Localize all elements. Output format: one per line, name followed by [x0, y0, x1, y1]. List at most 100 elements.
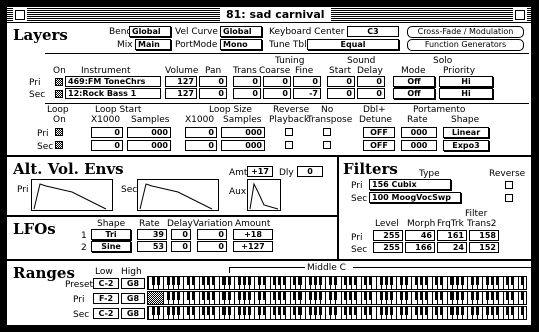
- pri-trans-field[interactable]: 0: [233, 76, 261, 87]
- white-key[interactable]: [198, 277, 200, 289]
- white-key[interactable]: [406, 307, 408, 319]
- loop-pri-on-checkbox[interactable]: [55, 128, 63, 136]
- loop-sec-no-transpose-checkbox[interactable]: [323, 141, 331, 149]
- white-key[interactable]: [482, 277, 484, 289]
- white-key[interactable]: [173, 277, 175, 289]
- white-key[interactable]: [274, 307, 276, 319]
- lfo1-variation-field[interactable]: 0: [197, 229, 227, 240]
- title-bar[interactable]: 81: sad carnival: [7, 7, 531, 23]
- keyboard-center-field[interactable]: C3: [347, 26, 399, 37]
- white-key[interactable]: [254, 307, 256, 319]
- white-key[interactable]: [218, 292, 220, 304]
- white-key[interactable]: [153, 277, 155, 289]
- sec-solo-mode-popup[interactable]: Off: [393, 88, 435, 99]
- white-key[interactable]: [320, 277, 322, 289]
- white-key[interactable]: [284, 277, 286, 289]
- range-pri-high-field[interactable]: G8: [121, 293, 145, 304]
- white-key[interactable]: [310, 307, 312, 319]
- sec-coarse-field[interactable]: 0: [263, 88, 291, 99]
- white-key[interactable]: [193, 277, 195, 289]
- white-key[interactable]: [158, 307, 160, 319]
- white-key[interactable]: [360, 277, 362, 289]
- loop-pri-shape-popup[interactable]: Linear: [443, 127, 489, 138]
- port-mode-popup[interactable]: Mono: [220, 39, 262, 50]
- white-key[interactable]: [502, 292, 504, 304]
- white-key[interactable]: [416, 277, 418, 289]
- lfo1-amount-field[interactable]: +18: [233, 229, 273, 240]
- white-key[interactable]: [254, 277, 256, 289]
- white-key[interactable]: [462, 292, 464, 304]
- white-key[interactable]: [330, 292, 332, 304]
- white-key[interactable]: [325, 277, 327, 289]
- white-key[interactable]: [391, 277, 393, 289]
- white-key[interactable]: [289, 292, 291, 304]
- white-key[interactable]: [218, 307, 220, 319]
- white-key[interactable]: [224, 307, 225, 319]
- white-key[interactable]: [198, 307, 200, 319]
- sec-pan-field[interactable]: 0: [199, 88, 227, 99]
- dly-field[interactable]: 0: [297, 166, 323, 177]
- white-key[interactable]: [401, 307, 403, 319]
- loop-pri-size-x1000[interactable]: 0: [185, 127, 217, 138]
- white-key[interactable]: [163, 292, 165, 304]
- white-key[interactable]: [452, 292, 453, 304]
- range-preset-low-field[interactable]: C-2: [93, 278, 119, 289]
- white-key[interactable]: [482, 292, 484, 304]
- pri-coarse-field[interactable]: 0: [263, 76, 291, 87]
- white-key[interactable]: [168, 292, 170, 304]
- white-key[interactable]: [158, 277, 160, 289]
- white-key[interactable]: [522, 277, 524, 289]
- white-key[interactable]: [193, 292, 195, 304]
- filter-sec-reverse-checkbox[interactable]: [505, 194, 513, 202]
- white-key[interactable]: [264, 292, 266, 304]
- function-generators-button[interactable]: Function Generators: [407, 39, 524, 51]
- white-key[interactable]: [274, 277, 276, 289]
- pri-solo-mode-popup[interactable]: Off: [393, 76, 435, 87]
- white-key[interactable]: [330, 277, 332, 289]
- white-key[interactable]: [229, 307, 231, 319]
- white-key[interactable]: [441, 292, 443, 304]
- white-key[interactable]: [517, 292, 519, 304]
- range-sec-low-field[interactable]: C-2: [93, 308, 119, 319]
- white-key[interactable]: [370, 277, 372, 289]
- white-key[interactable]: [335, 292, 337, 304]
- white-key[interactable]: [446, 307, 448, 319]
- range-sec-high-field[interactable]: G8: [121, 308, 145, 319]
- white-key[interactable]: [289, 307, 291, 319]
- preset-range-keyboard[interactable]: [147, 276, 527, 290]
- white-key[interactable]: [284, 307, 286, 319]
- white-key[interactable]: [391, 307, 393, 319]
- white-key[interactable]: [335, 277, 337, 289]
- white-key[interactable]: [386, 292, 388, 304]
- white-key[interactable]: [208, 277, 210, 289]
- sec-on-checkbox[interactable]: [55, 90, 63, 98]
- white-key[interactable]: [239, 277, 241, 289]
- white-key[interactable]: [522, 307, 524, 319]
- white-key[interactable]: [234, 277, 236, 289]
- pri-envelope-graph[interactable]: [31, 179, 113, 211]
- pri-start-field[interactable]: 0: [327, 76, 355, 87]
- white-key[interactable]: [502, 277, 504, 289]
- white-key[interactable]: [284, 292, 286, 304]
- white-key[interactable]: [446, 277, 448, 289]
- white-key[interactable]: [406, 277, 408, 289]
- white-key[interactable]: [294, 307, 296, 319]
- white-key[interactable]: [213, 307, 215, 319]
- white-key[interactable]: [355, 292, 357, 304]
- sec-envelope-graph[interactable]: [137, 179, 219, 211]
- white-key[interactable]: [325, 292, 327, 304]
- filter-pri-trans2-field[interactable]: 158: [469, 230, 499, 241]
- white-key[interactable]: [183, 307, 185, 319]
- white-key[interactable]: [360, 292, 362, 304]
- white-key[interactable]: [188, 307, 190, 319]
- white-key[interactable]: [401, 292, 403, 304]
- white-key[interactable]: [178, 307, 180, 319]
- white-key[interactable]: [315, 307, 317, 319]
- white-key[interactable]: [224, 292, 225, 304]
- white-key[interactable]: [234, 292, 236, 304]
- white-key[interactable]: [310, 292, 312, 304]
- white-key[interactable]: [376, 292, 377, 304]
- white-key[interactable]: [360, 307, 362, 319]
- white-key[interactable]: [330, 307, 332, 319]
- white-key[interactable]: [173, 292, 175, 304]
